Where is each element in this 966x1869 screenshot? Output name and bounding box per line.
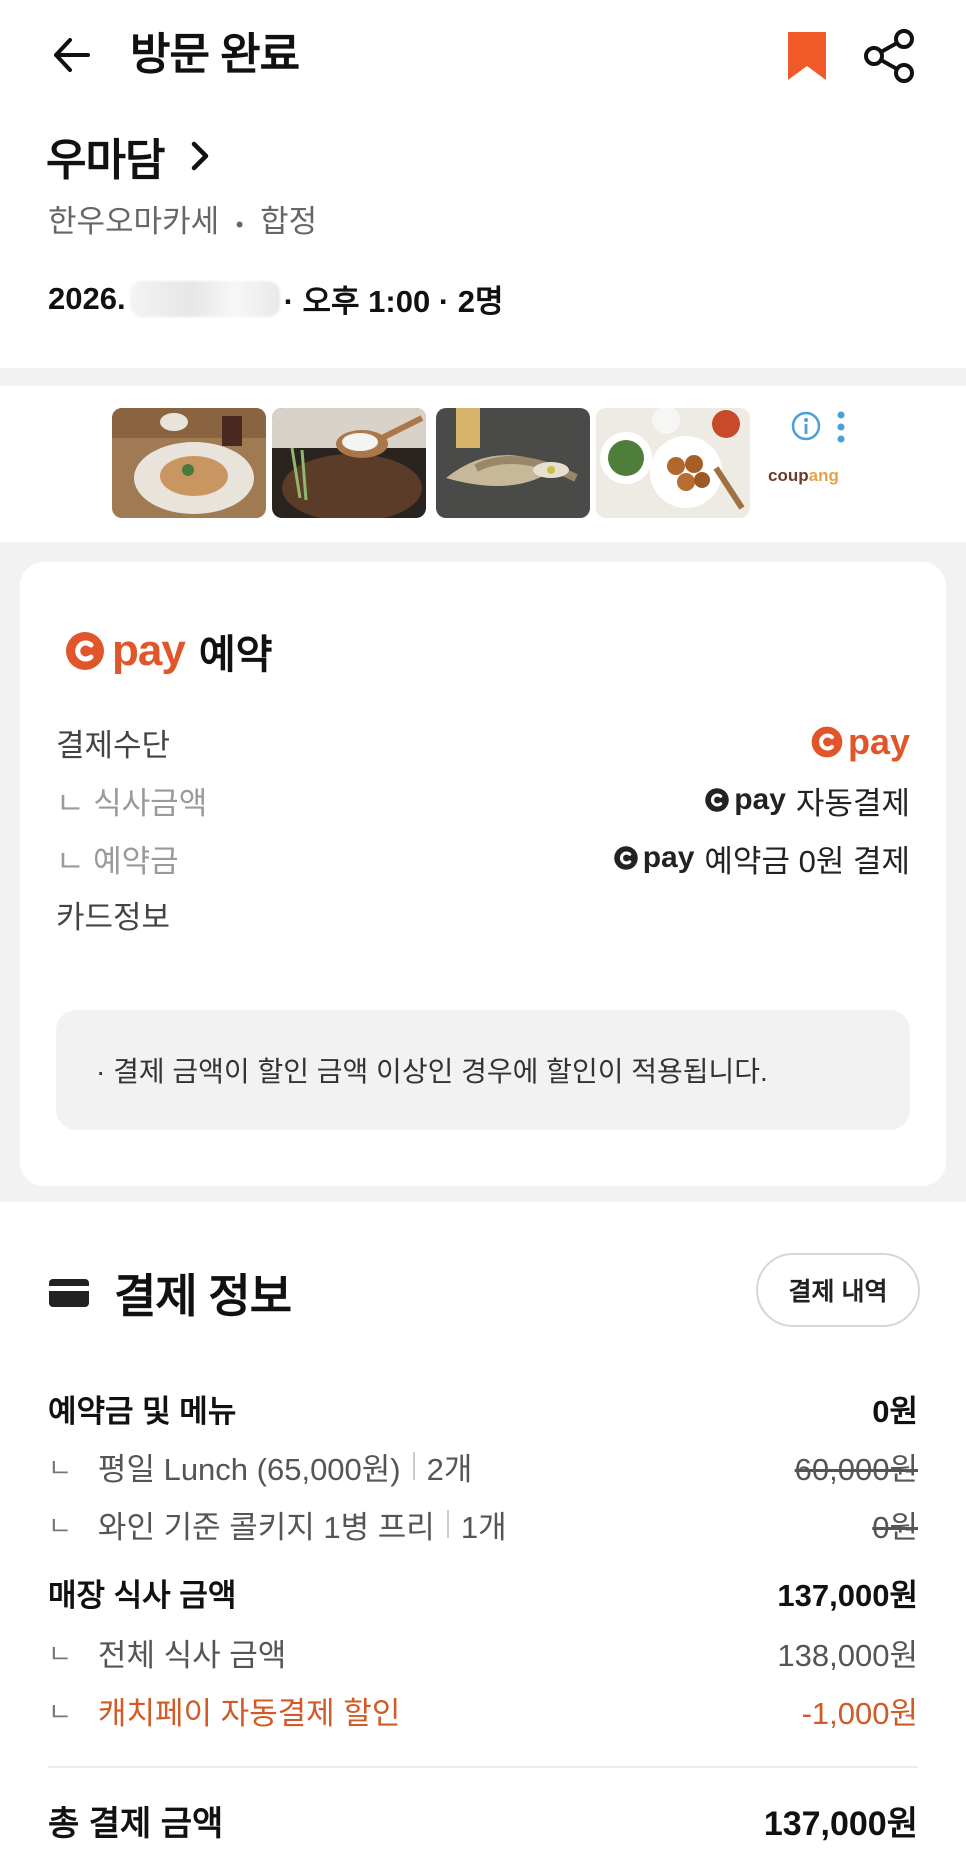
payment-method-row: 결제수단 pay: [56, 720, 910, 764]
cpay-brand-text: pay: [112, 626, 186, 675]
cpay-mono-icon: [705, 788, 729, 812]
row-label: ㄴ 식사금액: [56, 785, 208, 821]
meal-amount-value: pay 자동결제: [704, 778, 910, 823]
ad-brand-logo: coupang: [768, 466, 839, 486]
line-label: 평일 Lunch (65,000원): [97, 1451, 401, 1487]
brand-text: coupang: [768, 466, 839, 485]
line-label-group: ㄴ 전체 식사 금액: [48, 1630, 286, 1675]
cpay-logo-icon: [66, 632, 104, 670]
line-value: -1,000원: [801, 1695, 918, 1731]
line-label: 예약금 및 메뉴: [48, 1393, 237, 1429]
line-item: 매장 식사 금액 137,000원: [48, 1570, 918, 1614]
ad-image-salt-meat[interactable]: [272, 408, 426, 518]
pay-brand: pay: [642, 841, 695, 874]
row-label: 카드정보: [56, 899, 171, 935]
cpay-header: pay 예약: [64, 622, 272, 680]
section-divider: [0, 368, 966, 386]
ad-banner[interactable]: coupang: [0, 386, 966, 542]
line-item: ㄴ 캐치페이 자동결제 할인 -1,000원: [48, 1688, 918, 1732]
line-label: 전체 식사 금액: [97, 1637, 287, 1673]
back-arrow-icon[interactable]: [48, 28, 102, 82]
deposit-row: ㄴ 예약금 pay 예약금 0원 결제: [56, 836, 910, 880]
visit-info: 2026. · 오후 1:00 · 2명: [48, 276, 504, 321]
ad-image-dried-fish[interactable]: [436, 408, 590, 518]
page-title: 방문 완료: [130, 30, 300, 79]
line-label: 와인 기준 콜키지 1병 프리: [97, 1509, 435, 1545]
restaurant-location: 합정: [260, 204, 318, 239]
meta-separator: •: [235, 212, 244, 237]
total-value: 137,000원: [763, 1804, 918, 1843]
ad-image-pasta[interactable]: [112, 408, 266, 518]
pay-brand: pay: [734, 783, 786, 816]
payment-method-value: pay: [810, 721, 910, 763]
line-item: 예약금 및 메뉴 0원: [48, 1386, 918, 1430]
divider: [412, 1452, 415, 1480]
visit-time-people: · 오후 1:00 · 2명: [283, 284, 504, 319]
value-text: 예약금 0원 결제: [704, 843, 910, 879]
meal-amount-row: ㄴ 식사금액 pay 자동결제: [56, 778, 910, 822]
line-label-group: ㄴ 와인 기준 콜키지 1병 프리 1개: [48, 1502, 507, 1547]
line-item: ㄴ 전체 식사 금액 138,000원: [48, 1630, 918, 1674]
cpay-brand-text: pay: [847, 721, 910, 762]
cpay-logo-icon: [811, 726, 843, 758]
card-info-row: 카드정보: [56, 892, 910, 936]
line-qty: 1개: [460, 1509, 507, 1545]
cpay-card: pay 예약 결제수단 pay ㄴ 식사금액 pay 자동결제 ㄴ 예약금 pa…: [20, 562, 946, 1186]
line-value: 0원: [872, 1509, 918, 1545]
line-label-group: ㄴ 평일 Lunch (65,000원) 2개: [48, 1444, 472, 1489]
restaurant-category: 한우오마카세: [48, 204, 220, 239]
info-icon[interactable]: [790, 410, 822, 442]
line-item: ㄴ 와인 기준 콜키지 1병 프리 1개 0원: [48, 1502, 918, 1546]
line-label-group: ㄴ 캐치페이 자동결제 할인: [48, 1688, 400, 1733]
row-label: ㄴ 예약금: [56, 843, 179, 879]
visit-date: 2026.: [48, 280, 126, 316]
line-value: 0원: [872, 1393, 918, 1429]
ad-image-side-dishes[interactable]: [596, 408, 750, 518]
line-item: ㄴ 평일 Lunch (65,000원) 2개 60,000원: [48, 1444, 918, 1488]
total-label: 총 결제 금액: [48, 1804, 224, 1843]
line-qty: 2개: [426, 1451, 473, 1487]
divider: [446, 1510, 449, 1538]
top-bar: 방문 완료: [0, 0, 966, 110]
cpay-mono-icon: [613, 846, 638, 870]
cpay-title: 예약: [198, 633, 273, 677]
bookmark-icon[interactable]: [784, 30, 830, 82]
redacted-date: [129, 280, 280, 317]
notice-text: · 결제 금액이 할인 금액 이상인 경우에 할인이 적용됩니다.: [96, 1056, 768, 1087]
discount-notice: · 결제 금액이 할인 금액 이상인 경우에 할인이 적용됩니다.: [56, 1010, 910, 1130]
corner-glyph: ㄴ: [48, 1696, 72, 1727]
payment-info-title: 결제 정보: [114, 1270, 292, 1322]
line-value: 60,000원: [794, 1451, 918, 1487]
credit-card-icon: [49, 1279, 89, 1307]
chevron-right-icon: [192, 141, 209, 171]
line-label: 캐치페이 자동결제 할인: [97, 1695, 401, 1731]
payment-info-header: 결제 정보: [48, 1260, 292, 1326]
row-label: 결제수단: [56, 727, 171, 763]
restaurant-link[interactable]: 우마담: [46, 128, 214, 185]
value-text: 자동결제: [795, 785, 910, 821]
line-value: 138,000원: [777, 1637, 918, 1673]
corner-glyph: ㄴ: [48, 1452, 72, 1483]
restaurant-name: 우마담: [46, 136, 165, 185]
line-value: 137,000원: [777, 1577, 918, 1613]
restaurant-meta: 한우오마카세 • 합정: [48, 196, 317, 241]
corner-glyph: ㄴ: [48, 1638, 72, 1669]
total-divider: [48, 1766, 918, 1768]
payment-history-button[interactable]: 결제 내역: [756, 1253, 920, 1327]
share-icon[interactable]: [862, 28, 918, 84]
more-vertical-icon[interactable]: [834, 410, 848, 444]
deposit-value: pay 예약금 0원 결제: [613, 836, 910, 881]
total-row: 총 결제 금액 137,000원: [48, 1798, 918, 1843]
corner-glyph: ㄴ: [48, 1510, 72, 1541]
line-label: 매장 식사 금액: [48, 1577, 237, 1613]
